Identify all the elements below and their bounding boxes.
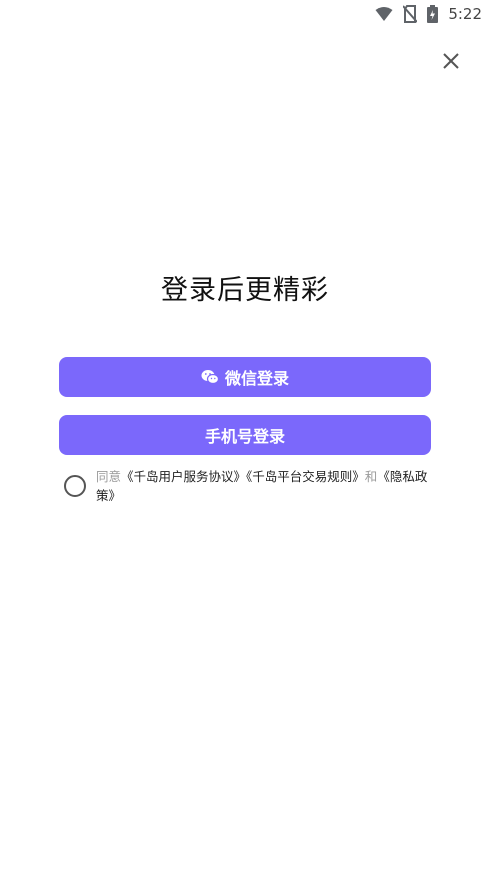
agreement-conjunction: 和 [364,469,378,484]
agreement-prefix: 同意 [96,469,122,484]
agreement-row: 同意《千岛用户服务协议》《千岛平台交易规则》和《隐私政策》 [64,467,434,505]
phone-login-label: 手机号登录 [204,427,285,446]
wifi-icon [375,6,393,22]
close-button[interactable] [438,48,464,74]
agreement-radio[interactable] [64,475,86,497]
status-bar: 5:22 [0,0,490,28]
status-time: 5:22 [448,5,482,23]
wechat-icon [201,370,219,385]
no-sim-icon [403,5,418,23]
phone-login-button[interactable]: 手机号登录 [59,415,431,455]
battery-charging-icon [427,5,439,23]
agreement-text: 同意《千岛用户服务协议》《千岛平台交易规则》和《隐私政策》 [96,467,434,505]
wechat-login-button[interactable]: 微信登录 [59,357,431,397]
close-icon [443,53,459,69]
wechat-login-label: 微信登录 [224,369,289,388]
page-title: 登录后更精彩 [161,275,329,306]
trade-rules-link[interactable]: 《千岛平台交易规则》 [246,469,365,484]
user-service-agreement-link[interactable]: 《千岛用户服务协议》 [121,469,246,484]
